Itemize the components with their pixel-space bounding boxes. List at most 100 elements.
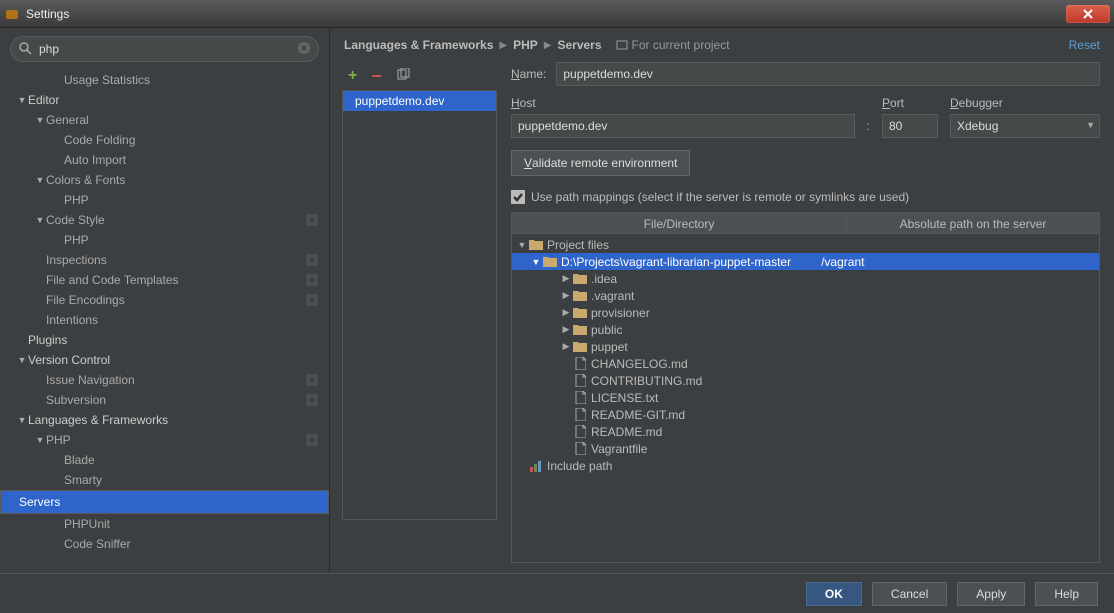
sidebar-item[interactable]: File Encodings: [0, 290, 329, 310]
server-list-item[interactable]: puppetdemo.dev: [343, 91, 496, 111]
tree-row[interactable]: ▼D:\Projects\vagrant-librarian-puppet-ma…: [512, 253, 1099, 270]
expand-icon: ▶: [560, 290, 572, 301]
sidebar-item[interactable]: Plugins: [0, 330, 329, 350]
ok-button[interactable]: OK: [806, 582, 862, 606]
sidebar-item[interactable]: ▼Languages & Frameworks: [0, 410, 329, 430]
cancel-button[interactable]: Cancel: [872, 582, 947, 606]
crumb-root[interactable]: Languages & Frameworks: [344, 38, 493, 52]
debugger-label: Debugger: [950, 96, 1100, 110]
sidebar-item-label: Plugins: [28, 333, 319, 347]
tree-row[interactable]: Include path: [512, 457, 1099, 474]
tree-row[interactable]: CONTRIBUTING.md: [512, 372, 1099, 389]
folder-icon: [572, 323, 588, 337]
expand-icon: ▼: [34, 435, 46, 445]
copy-server-icon[interactable]: [396, 68, 410, 85]
sidebar-item-label: Issue Navigation: [46, 373, 305, 387]
sidebar-item-label: PHP: [64, 193, 319, 207]
sidebar-item[interactable]: Inspections: [0, 250, 329, 270]
tree-row[interactable]: Vagrantfile: [512, 440, 1099, 457]
sidebar-item-label: Intentions: [46, 313, 319, 327]
tree-row[interactable]: LICENSE.txt: [512, 389, 1099, 406]
sidebar-item[interactable]: Usage Statistics: [0, 70, 329, 90]
crumb-php[interactable]: PHP: [513, 38, 538, 52]
add-server-icon[interactable]: +: [348, 67, 357, 85]
folder-icon: [572, 306, 588, 320]
expand-icon: ▼: [34, 115, 46, 125]
file-icon: [572, 425, 588, 439]
clear-search-icon[interactable]: [297, 41, 311, 58]
sidebar-item[interactable]: ▼Editor: [0, 90, 329, 110]
tree-label: README.md: [591, 425, 662, 439]
tree-row[interactable]: ▼Project files: [512, 236, 1099, 253]
host-input[interactable]: [511, 114, 855, 138]
reset-link[interactable]: Reset: [1069, 38, 1100, 52]
validate-button[interactable]: Validate remote environment: [511, 150, 690, 176]
project-icon: [616, 39, 628, 51]
sidebar-item[interactable]: Code Folding: [0, 130, 329, 150]
path-mappings-checkbox[interactable]: Use path mappings (select if the server …: [511, 190, 1100, 204]
tree-label: README-GIT.md: [591, 408, 685, 422]
tree-label: .vagrant: [591, 289, 634, 303]
expand-icon: ▼: [530, 257, 542, 267]
sidebar-item-label: Colors & Fonts: [46, 173, 319, 187]
settings-sidebar: Usage Statistics▼Editor▼GeneralCode Fold…: [0, 28, 330, 573]
close-button[interactable]: [1066, 5, 1110, 23]
sidebar-item-label: Servers: [19, 495, 308, 509]
expand-icon: ▶: [560, 341, 572, 352]
sidebar-item[interactable]: PHP: [0, 230, 329, 250]
tree-row[interactable]: ▶public: [512, 321, 1099, 338]
sidebar-item[interactable]: Subversion: [0, 390, 329, 410]
tree-label: CHANGELOG.md: [591, 357, 688, 371]
sidebar-item[interactable]: Servers: [0, 490, 329, 514]
sidebar-item-label: File Encodings: [46, 293, 305, 307]
search-input[interactable]: [10, 36, 319, 62]
sidebar-item[interactable]: ▼Colors & Fonts: [0, 170, 329, 190]
file-icon: [572, 442, 588, 456]
tree-row[interactable]: ▶provisioner: [512, 304, 1099, 321]
tree-row[interactable]: CHANGELOG.md: [512, 355, 1099, 372]
bars-icon: [528, 459, 544, 473]
sidebar-item[interactable]: File and Code Templates: [0, 270, 329, 290]
sidebar-item[interactable]: Intentions: [0, 310, 329, 330]
dialog-footer: OK Cancel Apply Help: [0, 573, 1114, 613]
path-mapping[interactable]: /vagrant: [821, 255, 864, 269]
name-input[interactable]: [556, 62, 1100, 86]
server-toolbar: + −: [342, 62, 497, 90]
checkbox-checked-icon: [511, 190, 525, 204]
folder-icon: [542, 255, 558, 269]
file-icon: [572, 374, 588, 388]
tree-row[interactable]: ▶puppet: [512, 338, 1099, 355]
mapping-tree[interactable]: ▼Project files▼D:\Projects\vagrant-libra…: [511, 234, 1100, 563]
settings-tree[interactable]: Usage Statistics▼Editor▼GeneralCode Fold…: [0, 70, 329, 573]
port-input[interactable]: [882, 114, 938, 138]
remove-server-icon[interactable]: −: [371, 66, 382, 87]
expand-icon: ▼: [16, 355, 28, 365]
debugger-select[interactable]: Xdebug▼: [950, 114, 1100, 138]
window-title: Settings: [26, 7, 69, 21]
sidebar-item-label: File and Code Templates: [46, 273, 305, 287]
apply-button[interactable]: Apply: [957, 582, 1025, 606]
sidebar-item[interactable]: ▼PHP: [0, 430, 329, 450]
breadcrumb: Languages & Frameworks ▶ PHP ▶ Servers F…: [330, 28, 1114, 62]
tree-row[interactable]: README-GIT.md: [512, 406, 1099, 423]
sidebar-item[interactable]: Issue Navigation: [0, 370, 329, 390]
sidebar-item[interactable]: ▼Version Control: [0, 350, 329, 370]
help-button[interactable]: Help: [1035, 582, 1098, 606]
expand-icon: ▼: [16, 415, 28, 425]
tree-row[interactable]: ▶.idea: [512, 270, 1099, 287]
sidebar-item[interactable]: Smarty: [0, 470, 329, 490]
expand-icon: ▼: [516, 240, 528, 250]
tree-row[interactable]: ▶ .vagrant: [512, 287, 1099, 304]
sidebar-item[interactable]: Code Sniffer: [0, 534, 329, 554]
sidebar-item[interactable]: PHP: [0, 190, 329, 210]
sidebar-item[interactable]: Blade: [0, 450, 329, 470]
search-field[interactable]: [10, 36, 319, 62]
sidebar-item[interactable]: Auto Import: [0, 150, 329, 170]
tree-row[interactable]: README.md: [512, 423, 1099, 440]
server-list[interactable]: puppetdemo.dev: [342, 90, 497, 520]
mapping-header: File/Directory Absolute path on the serv…: [511, 212, 1100, 234]
sidebar-item[interactable]: ▼General: [0, 110, 329, 130]
sidebar-item-label: Inspections: [46, 253, 305, 267]
sidebar-item[interactable]: PHPUnit: [0, 514, 329, 534]
sidebar-item[interactable]: ▼Code Style: [0, 210, 329, 230]
